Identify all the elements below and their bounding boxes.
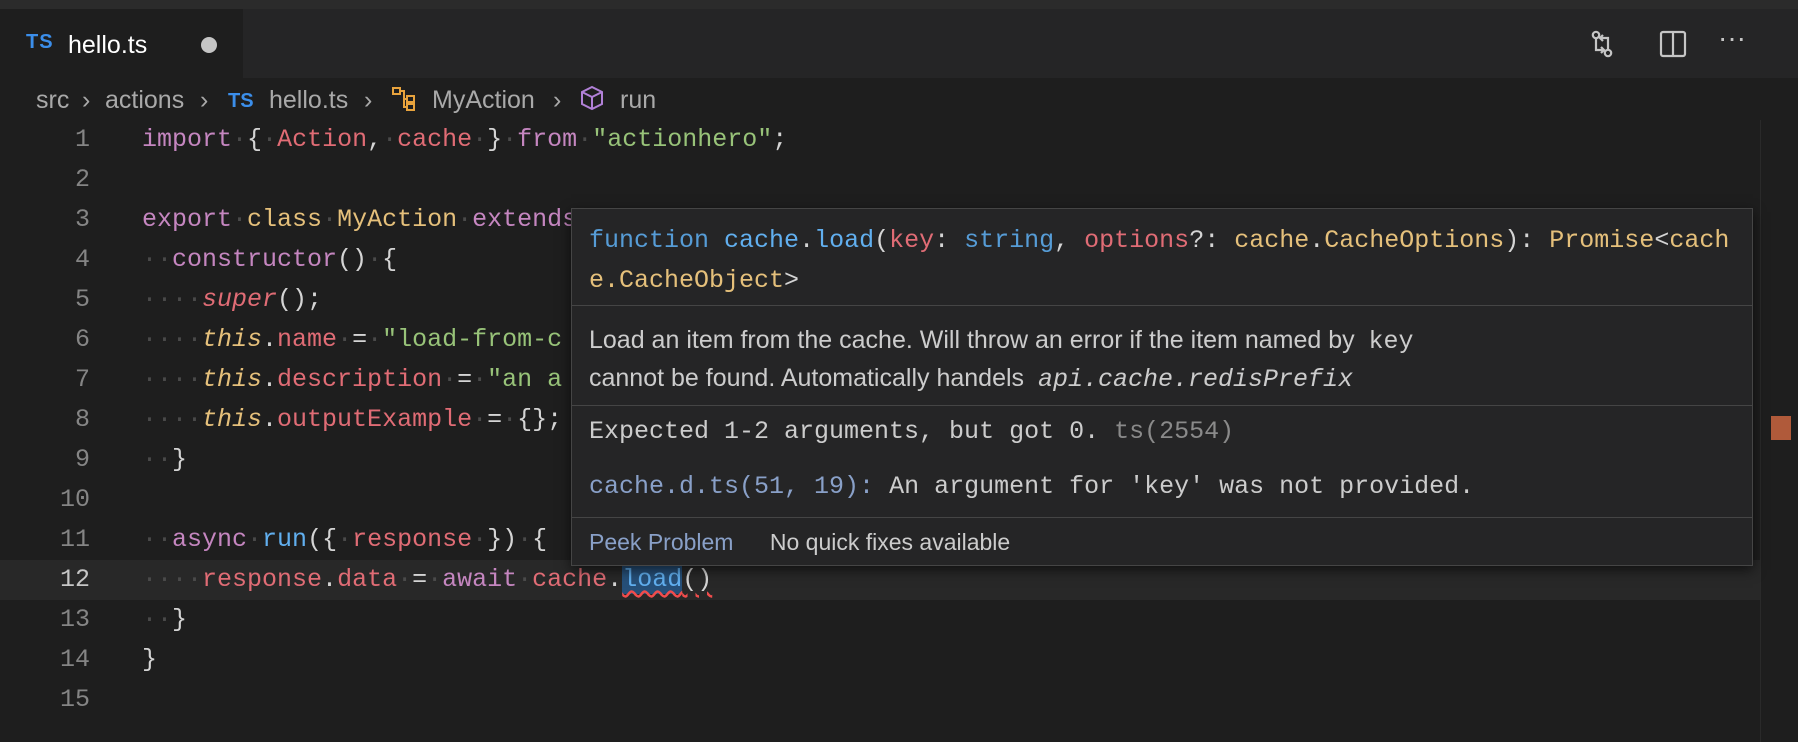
- line-number: 4: [74, 245, 90, 274]
- code-line: 15: [0, 680, 1760, 720]
- no-quick-fixes-label: No quick fixes available: [769, 529, 1011, 555]
- line-number: 2: [74, 165, 90, 194]
- line-number: 5: [74, 285, 90, 314]
- code-text: import·{·Action,·cache·}·from·"actionher…: [142, 125, 788, 154]
- line-number: 8: [74, 405, 90, 434]
- tab-label: hello.ts: [68, 31, 148, 59]
- chevron-right-icon: ›: [82, 86, 91, 114]
- peek-problem-link[interactable]: Peek Problem: [589, 529, 733, 555]
- code-text: export·class·MyAction·extends: [142, 205, 578, 234]
- breadcrumb-run[interactable]: run: [620, 86, 656, 115]
- line-number: 9: [74, 445, 90, 474]
- typescript-icon: TS: [228, 90, 254, 112]
- git-compare-icon[interactable]: [1584, 26, 1620, 62]
- line-number: 6: [74, 325, 90, 354]
- hover-status-bar: Peek Problem No quick fixes available: [589, 529, 1769, 556]
- code-text: ··constructor()·{: [142, 245, 398, 274]
- code-line: 14 }: [0, 640, 1760, 680]
- hover-divider: [572, 405, 1752, 406]
- tab-hello-ts[interactable]: TS hello.ts: [0, 9, 243, 78]
- code-text: }: [142, 645, 158, 674]
- hover-divider: [572, 305, 1752, 306]
- method-cube-icon: [578, 84, 606, 119]
- line-number: 3: [74, 205, 90, 234]
- breadcrumb-actions[interactable]: actions: [105, 86, 184, 115]
- chevron-right-icon: ›: [200, 86, 209, 114]
- line-number: 10: [59, 485, 90, 514]
- hover-signature: function cache.load(key: string, options…: [589, 226, 1730, 295]
- line-number: 15: [59, 685, 90, 714]
- code-text: ····this.description·=·"an a: [142, 365, 563, 394]
- unsaved-dot-icon[interactable]: [201, 37, 217, 53]
- tab-bar: TS hello.ts ···: [0, 0, 1798, 78]
- class-icon: [390, 84, 418, 119]
- more-actions-icon[interactable]: ···: [1718, 22, 1754, 58]
- hover-related: cache.d.ts(51, 19): An argument for 'key…: [589, 472, 1475, 501]
- code-line-current: 12 ····response.data·=·await·cache.load(…: [0, 560, 1760, 600]
- hover-widget: function cache.load(key: string, options…: [571, 208, 1753, 566]
- title-strip: [0, 0, 1798, 9]
- line-number: 12: [59, 565, 90, 594]
- code-line: 13 ··}: [0, 600, 1760, 640]
- code-text: ··}: [142, 445, 188, 474]
- breadcrumb: src › actions › TS hello.ts › MyAction ›…: [0, 80, 1798, 122]
- breadcrumb-myaction[interactable]: MyAction: [432, 86, 535, 115]
- line-number: 7: [74, 365, 90, 394]
- chevron-right-icon: ›: [364, 86, 373, 114]
- related-location-link[interactable]: cache.d.ts(51, 19):: [589, 472, 874, 501]
- line-number: 11: [59, 525, 90, 554]
- code-text: ··async·run({·response·})·{: [142, 525, 548, 554]
- code-text: ····this.outputExample·=·{};: [142, 405, 563, 434]
- hover-divider: [572, 517, 1752, 518]
- line-number: 14: [59, 645, 90, 674]
- chevron-right-icon: ›: [553, 86, 562, 114]
- code-text: ··}: [142, 605, 188, 634]
- code-line: 2: [0, 160, 1760, 200]
- breadcrumb-src[interactable]: src: [36, 86, 69, 115]
- hover-doc: Load an item from the cache. Will throw …: [589, 326, 1414, 394]
- split-editor-icon[interactable]: [1655, 26, 1691, 62]
- code-line: 1 import·{·Action,·cache·}·from·"actionh…: [0, 120, 1760, 160]
- hover-error: Expected 1-2 arguments, but got 0. ts(25…: [589, 417, 1235, 446]
- typescript-icon: TS: [26, 31, 54, 53]
- code-text: ····this.name·=·"load-from-c: [142, 325, 563, 354]
- code-text: ····super();: [142, 285, 323, 314]
- error-marker[interactable]: [1771, 416, 1791, 440]
- breadcrumb-hello-ts[interactable]: hello.ts: [269, 86, 348, 115]
- line-number: 13: [59, 605, 90, 634]
- code-text: ····response.data·=·await·cache.load(): [142, 565, 713, 594]
- line-number: 1: [74, 125, 90, 154]
